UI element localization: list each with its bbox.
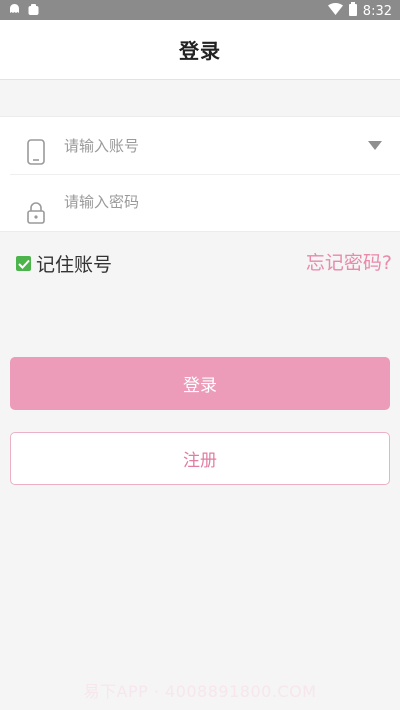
password-row [10,174,400,231]
phone-icon [26,139,46,165]
watermark: 易下APP · 4008891800.COM [83,682,317,701]
remember-account-toggle[interactable]: 记住账号 [16,250,112,277]
page-title: 登录 [179,39,221,63]
ghost-icon [8,3,21,20]
remember-label: 记住账号 [36,254,113,276]
status-bar: 8:32 [0,0,400,20]
login-button[interactable]: 登录 [10,357,390,410]
login-form [0,116,400,232]
app-header: 登录 [0,20,400,80]
account-input[interactable] [64,131,354,161]
account-row [0,117,400,174]
status-time: 8:32 [362,3,392,19]
remember-checkbox[interactable] [16,256,31,271]
account-dropdown-icon[interactable] [368,141,382,150]
lock-icon [26,201,46,227]
password-input[interactable] [64,187,354,217]
wifi-icon [327,3,343,19]
register-button[interactable]: 注册 [10,432,390,485]
notification-icon [27,3,40,20]
forgot-password-link[interactable]: 忘记密码? [306,248,392,275]
battery-icon [348,2,357,20]
